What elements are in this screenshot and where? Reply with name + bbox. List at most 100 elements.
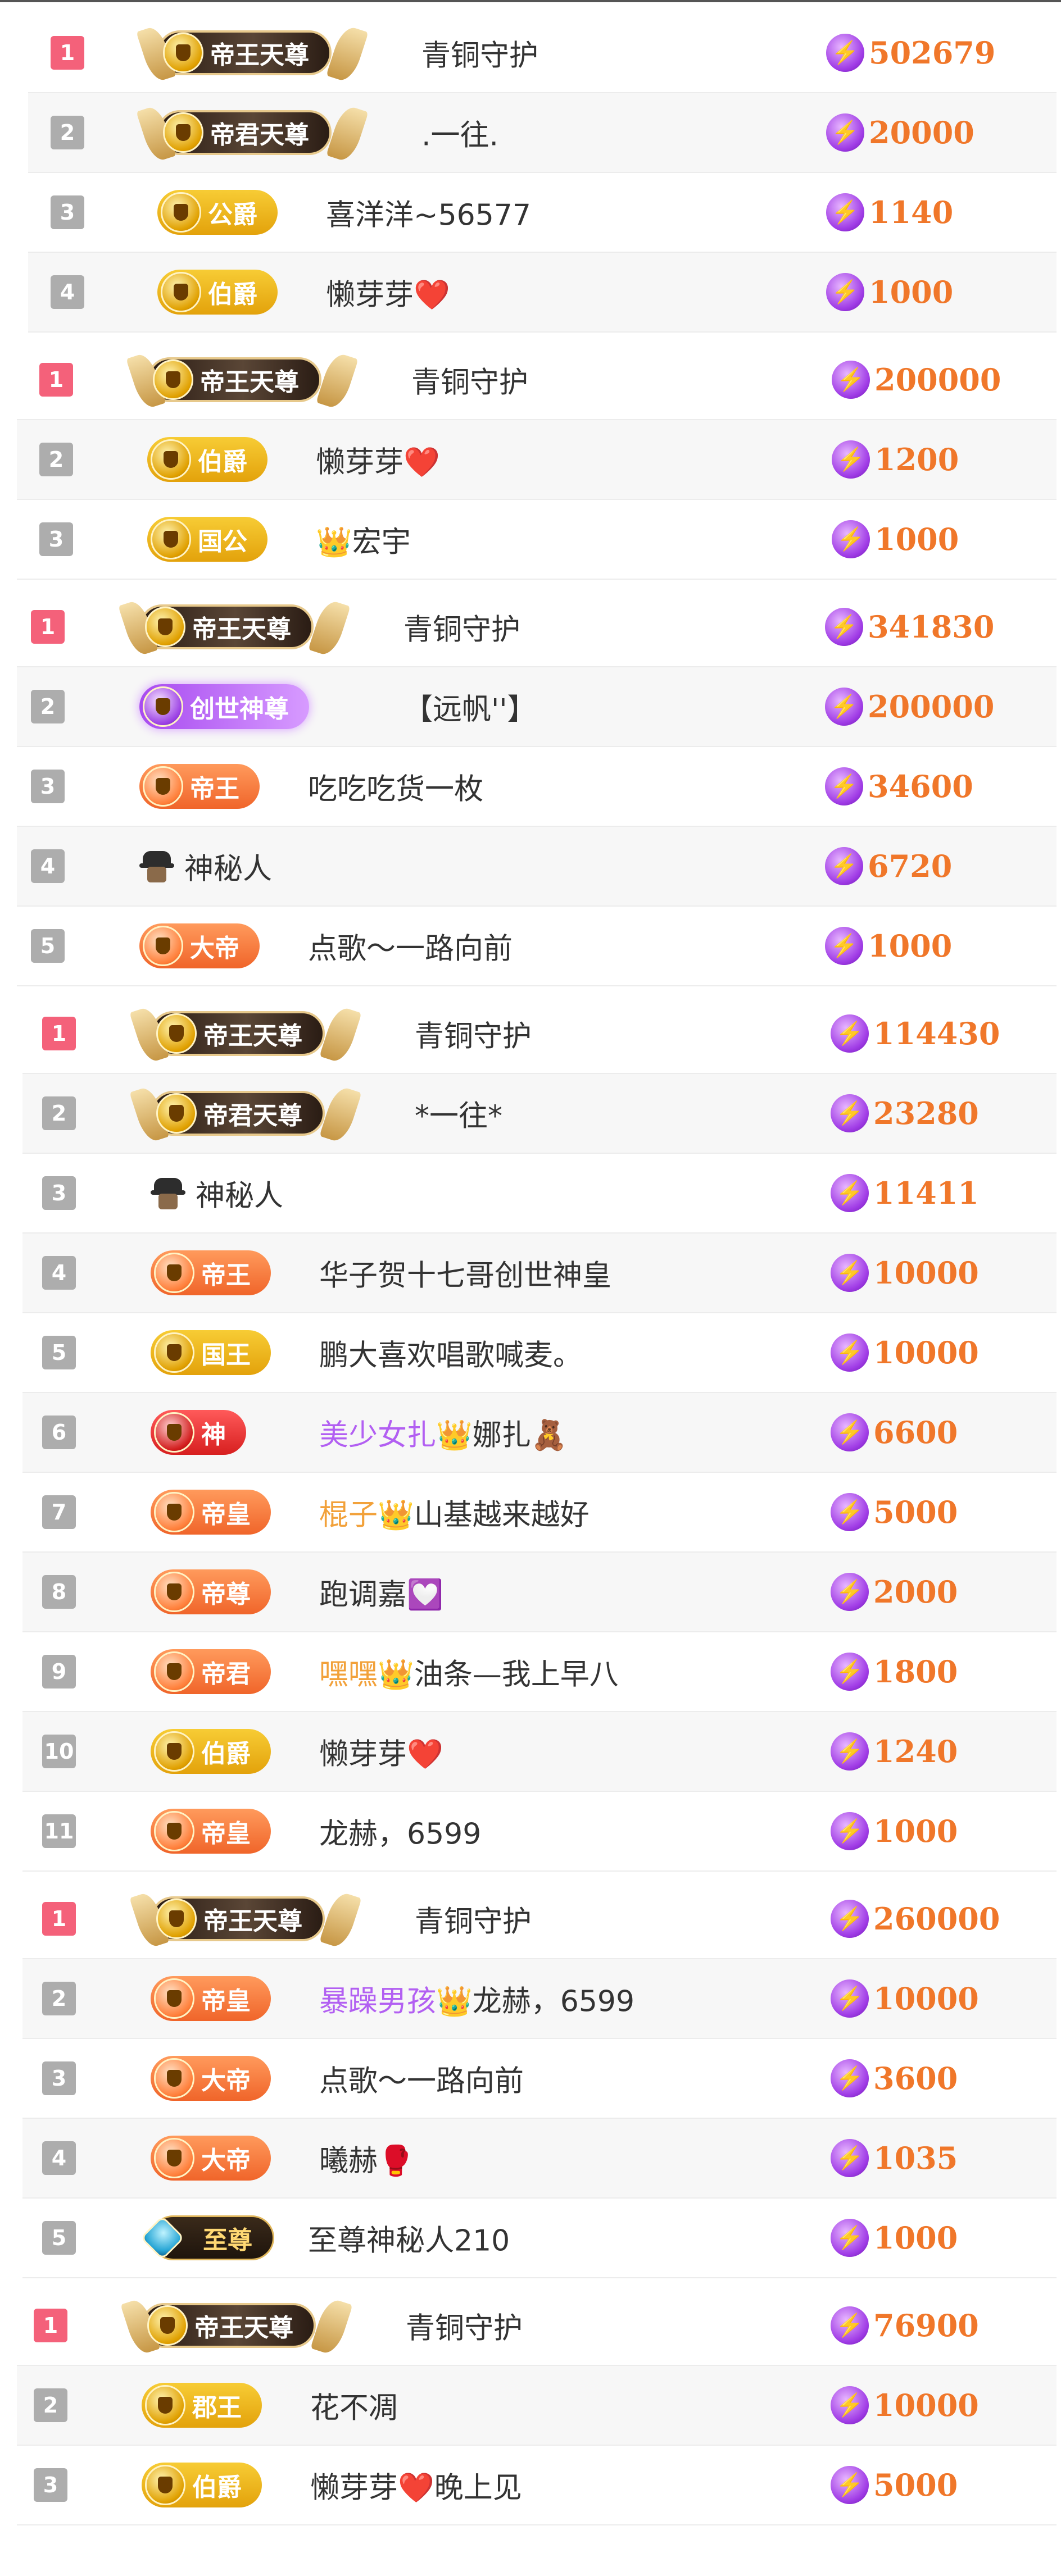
lightning-coin-icon	[831, 2059, 869, 2097]
user-name[interactable]: 神秘人	[184, 845, 272, 888]
user-name[interactable]: 青铜守护	[415, 1898, 532, 1940]
leaderboard-row[interactable]: 5 大帝 点歌～一路向前 1000	[17, 907, 1057, 986]
leaderboard-row[interactable]: 5 国王 鹏大喜欢唱歌喊麦。 10000	[22, 1313, 1057, 1393]
badge-label: 帝尊	[201, 1580, 251, 1609]
user-name[interactable]: 至尊神秘人210	[308, 2217, 510, 2259]
rank-badge: 4	[51, 275, 84, 309]
leaderboard-row[interactable]: 3 大帝 点歌～一路向前 3600	[22, 2039, 1057, 2119]
badge-label: 帝皇	[201, 1987, 251, 2015]
leaderboard-row[interactable]: 4 伯爵 懒芽芽❤️ 1000	[28, 253, 1057, 333]
leaderboard-row[interactable]: 3 国公 👑宏宇 1000	[17, 500, 1057, 580]
user-name[interactable]: 点歌～一路向前	[308, 925, 513, 967]
noble-level-badge: 帝王天尊	[151, 1011, 325, 1056]
user-name[interactable]: 👑宏宇	[316, 518, 411, 561]
user-name[interactable]: 跑调嘉💟	[319, 1571, 443, 1613]
leaderboard-row[interactable]: 7 帝皇 棍子👑山基越来越好 5000	[22, 1473, 1057, 1553]
leaderboard-row[interactable]: 2 郡王 花不凋 10000	[17, 2366, 1057, 2446]
badge-label: 大帝	[201, 2146, 251, 2175]
user-name-text: 【远帆''】	[403, 693, 537, 727]
leaderboard-row[interactable]: 3 帝王 吃吃吃货一枚 34600	[17, 747, 1057, 827]
leaderboard-row[interactable]: 4 帝王 华子贺十七哥创世神皇 10000	[22, 1234, 1057, 1313]
user-name[interactable]: 懒芽芽❤️	[316, 439, 440, 481]
contribution-score: 341830	[825, 608, 994, 646]
leaderboard-row[interactable]: 8 帝尊 跑调嘉💟 2000	[22, 1553, 1057, 1632]
user-name[interactable]: 青铜守护	[421, 32, 538, 74]
leaderboard-row[interactable]: 1 帝王天尊 青铜守护 76900	[17, 2286, 1057, 2366]
user-name[interactable]: 嘿嘿👑油条—我上早八	[319, 1651, 619, 1693]
contribution-score: 5000	[831, 2466, 958, 2504]
user-name[interactable]: 青铜守护	[411, 359, 528, 401]
leaderboard-row[interactable]: 6 神 美少女扎👑娜扎🧸 6600	[22, 1393, 1057, 1473]
lightning-coin-icon	[831, 1900, 869, 1938]
contribution-score: 1800	[831, 1653, 958, 1691]
user-name[interactable]: 神秘人	[196, 1172, 283, 1214]
user-name[interactable]: 喜洋洋~56577	[326, 192, 531, 234]
leaderboard-row[interactable]: 3 神秘人 11411	[22, 1154, 1057, 1234]
user-name-text: 鹏大喜欢唱歌喊麦。	[319, 1339, 583, 1373]
badge-label: 帝皇	[201, 1500, 251, 1529]
badge-emblem-icon	[156, 1013, 197, 1054]
leaderboard-row[interactable]: 1 帝王天尊 青铜守护 200000	[17, 340, 1057, 420]
leaderboard-row[interactable]: 3 伯爵 懒芽芽❤️晚上见 5000	[17, 2446, 1057, 2525]
user-name[interactable]: 龙赫，6599	[319, 1810, 481, 1853]
contribution-score: 200000	[832, 361, 1001, 399]
score-value: 1240	[873, 1733, 958, 1769]
leaderboard-row[interactable]: 1 帝王天尊 青铜守护 502679	[28, 13, 1057, 93]
badge-emblem-icon	[154, 1731, 194, 1772]
leaderboard-row[interactable]: 9 帝君 嘿嘿👑油条—我上早八 1800	[22, 1632, 1057, 1712]
user-name[interactable]: *一往*	[415, 1093, 502, 1135]
user-name[interactable]: 棍子👑山基越来越好	[319, 1491, 590, 1533]
leaderboard-row[interactable]: 3 公爵 喜洋洋~56577 1140	[28, 173, 1057, 253]
leaderboard-row[interactable]: 4 神秘人 6720	[17, 827, 1057, 907]
user-name[interactable]: 花不凋	[310, 2384, 398, 2427]
badge-emblem-icon	[163, 33, 203, 73]
leaderboard-row[interactable]: 2 伯爵 懒芽芽❤️ 1200	[17, 420, 1057, 500]
user-name[interactable]: 懒芽芽❤️晚上见	[310, 2464, 522, 2506]
noble-level-badge: 帝王天尊	[139, 604, 314, 649]
user-name[interactable]: 点歌～一路向前	[319, 2058, 524, 2100]
score-value: 20000	[869, 115, 974, 151]
badge-emblem-icon	[154, 1412, 194, 1453]
leaderboard-row[interactable]: 1 帝王天尊 青铜守护 341830	[17, 588, 1057, 667]
badge-emblem-icon	[151, 439, 191, 480]
badge-label: 国王	[201, 1341, 251, 1369]
lightning-coin-icon	[825, 847, 863, 885]
noble-level-badge: 伯爵	[142, 2463, 262, 2507]
leaderboard-row[interactable]: 1 帝王天尊 青铜守护 260000	[22, 1879, 1057, 1959]
user-name[interactable]: 暴躁男孩👑龙赫，6599	[319, 1978, 634, 2020]
user-name-text: 曦赫	[319, 2144, 378, 2178]
leaderboard-row[interactable]: 5 至尊 至尊神秘人210 1000	[22, 2199, 1057, 2278]
lightning-coin-icon	[831, 1014, 869, 1053]
user-name[interactable]: 曦赫🥊	[319, 2137, 414, 2179]
user-name-text: 龙赫，6599	[472, 1985, 635, 2019]
user-name[interactable]: 华子贺十七哥创世神皇	[319, 1252, 611, 1294]
contribution-score: 1000	[826, 273, 953, 311]
user-name[interactable]: 青铜守护	[406, 2305, 523, 2347]
user-name[interactable]: 美少女扎👑娜扎🧸	[319, 1412, 568, 1454]
user-name[interactable]: 青铜守护	[403, 606, 520, 648]
noble-level-badge: 大帝	[151, 2136, 271, 2181]
leaderboard-row[interactable]: 1 帝王天尊 青铜守护 114430	[22, 994, 1057, 1074]
user-name[interactable]: 鹏大喜欢唱歌喊麦。	[319, 1332, 582, 1374]
badge-label: 伯爵	[201, 1740, 251, 1768]
leaderboard-row[interactable]: 2 创世神尊 【远帆''】 200000	[17, 667, 1057, 747]
name-emoji: 💟	[407, 1578, 443, 1612]
noble-level-badge: 创世神尊	[139, 684, 309, 729]
user-name[interactable]: .一往.	[421, 112, 498, 154]
leaderboard-row[interactable]: 4 大帝 曦赫🥊 1035	[22, 2119, 1057, 2199]
user-name[interactable]: 青铜守护	[415, 1013, 532, 1055]
leaderboard-row[interactable]: 2 帝皇 暴躁男孩👑龙赫，6599 10000	[22, 1959, 1057, 2039]
leaderboard-row[interactable]: 11 帝皇 龙赫，6599 1000	[22, 1792, 1057, 1872]
name-emoji: ❤️	[407, 1737, 443, 1772]
badge-emblem-icon	[143, 766, 183, 807]
leaderboard-row[interactable]: 10 伯爵 懒芽芽❤️ 1240	[22, 1712, 1057, 1792]
leaderboard-row[interactable]: 2 帝君天尊 .一往. 20000	[28, 93, 1057, 173]
badge-emblem-icon	[156, 1093, 197, 1134]
user-name[interactable]: 【远帆''】	[403, 686, 537, 728]
user-name[interactable]: 懒芽芽❤️	[319, 1731, 443, 1773]
user-name[interactable]: 吃吃吃货一枚	[308, 766, 483, 808]
user-name[interactable]: 懒芽芽❤️	[326, 271, 450, 313]
leaderboard-row[interactable]: 2 帝君天尊 *一往* 23280	[22, 1074, 1057, 1154]
user-name-text: 喜洋洋~56577	[326, 198, 531, 233]
name-prefix-emoji: 👑	[316, 525, 352, 559]
